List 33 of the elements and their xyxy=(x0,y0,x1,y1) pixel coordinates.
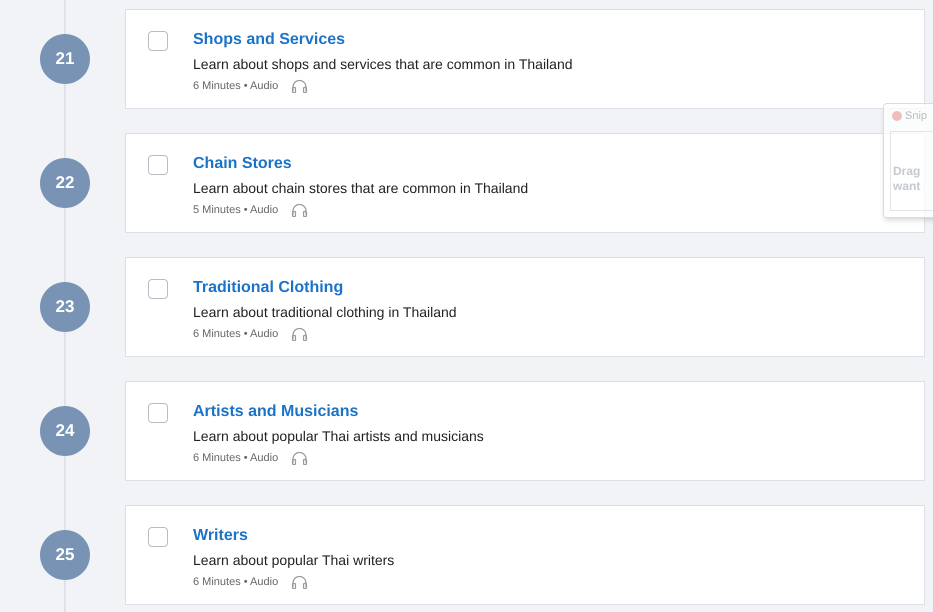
headphones-icon xyxy=(291,203,308,218)
lesson-description: Learn about popular Thai writers xyxy=(193,551,394,569)
lesson-meta: 6 Minutes • Audio xyxy=(193,451,278,466)
lesson-meta: 5 Minutes • Audio xyxy=(193,203,278,218)
lesson-meta: 6 Minutes • Audio xyxy=(193,327,278,342)
headphones-icon xyxy=(291,575,308,590)
lesson-title[interactable]: Artists and Musicians xyxy=(193,403,484,421)
lesson-title[interactable]: Traditional Clothing xyxy=(193,279,457,297)
headphones-icon xyxy=(291,327,308,342)
hint-text: Drag xyxy=(893,164,922,178)
hint-text: want xyxy=(893,178,922,194)
lesson-title[interactable]: Writers xyxy=(193,527,394,545)
lesson-description: Learn about popular Thai artists and musicians xyxy=(193,427,484,445)
checkbox[interactable] xyxy=(148,31,168,51)
lesson-title[interactable]: Chain Stores xyxy=(193,155,528,173)
lesson-description: Learn about chain stores that are common in Thailand xyxy=(193,179,528,197)
lesson-number: 24 xyxy=(40,406,90,456)
lesson-number: 22 xyxy=(40,158,90,208)
lesson-meta: 6 Minutes • Audio xyxy=(193,575,278,590)
headphones-icon xyxy=(291,451,308,466)
headphones-icon xyxy=(291,79,308,94)
lesson-number: 23 xyxy=(40,282,90,332)
lesson-description: Learn about traditional clothing in Thailand xyxy=(193,303,457,321)
lesson-title[interactable]: Shops and Services xyxy=(193,31,573,49)
lesson-meta: 6 Minutes • Audio xyxy=(193,79,278,94)
checkbox[interactable] xyxy=(148,403,168,423)
lesson-number: 25 xyxy=(40,530,90,580)
lesson-number: 21 xyxy=(40,34,90,84)
checkbox[interactable] xyxy=(148,279,168,299)
checkbox[interactable] xyxy=(148,527,168,547)
lesson-description: Learn about shops and services that are common in Thailand xyxy=(193,55,573,73)
window-title: Snip xyxy=(905,109,928,124)
checkbox[interactable] xyxy=(148,155,168,175)
